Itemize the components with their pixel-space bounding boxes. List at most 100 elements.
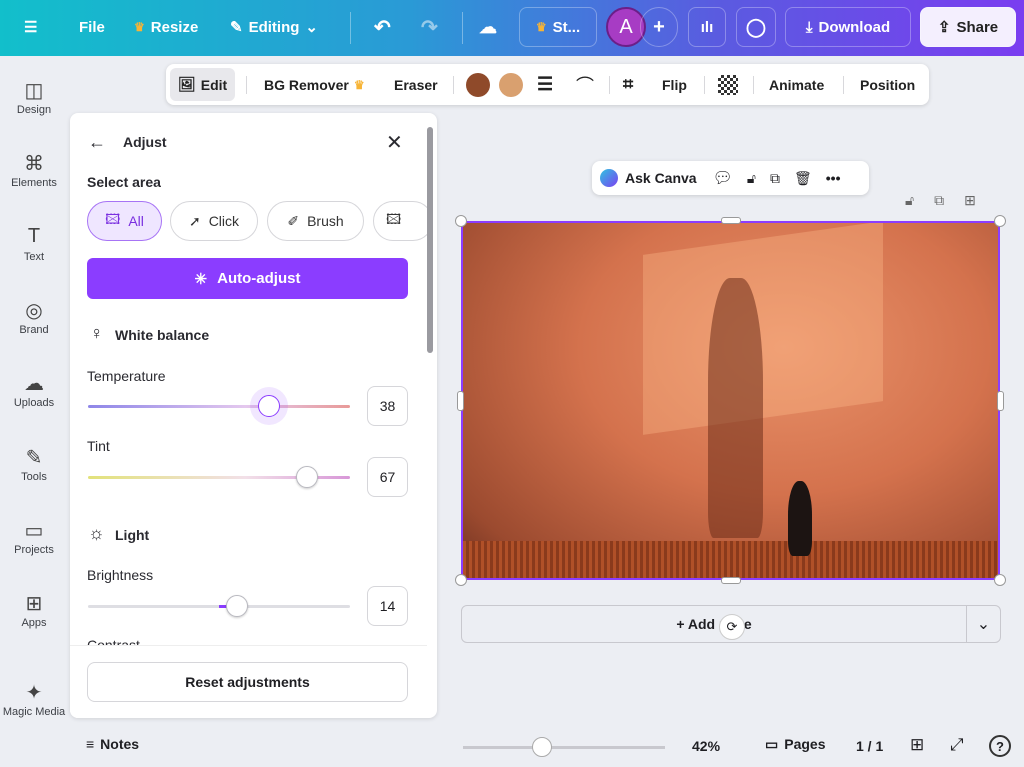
design-title-button[interactable]: ♛ St... (519, 7, 597, 47)
zoom-slider-thumb[interactable] (531, 737, 552, 757)
help-icon[interactable]: ? (989, 735, 1011, 757)
tint-label: Tint (87, 438, 110, 454)
page-actions: 🔓︎ ⧉ ⊞ (905, 192, 976, 209)
grid-view-icon[interactable]: ⊞ (910, 735, 924, 755)
eraser-button[interactable]: Eraser (394, 64, 438, 105)
resize-button[interactable]: ♛ Resize (134, 7, 198, 47)
auto-adjust-button[interactable]: ✳ Auto-adjust (87, 258, 408, 299)
redo-icon[interactable]: ↷ (421, 7, 438, 47)
transparency-icon[interactable] (718, 64, 738, 105)
tint-value[interactable]: 67 (367, 457, 408, 497)
duplicate-icon[interactable]: ⧉ (770, 170, 780, 187)
carpet (463, 541, 998, 578)
zoom-slider[interactable] (463, 746, 665, 749)
crown-icon: ♛ (353, 77, 365, 92)
canvas-image[interactable] (461, 221, 1000, 580)
sidebar-item-elements[interactable]: ⌘ Elements (0, 151, 68, 189)
back-arrow-icon[interactable]: ← (88, 132, 106, 153)
select-area-background[interactable]: 🖾 (373, 201, 433, 241)
animate-button[interactable]: Animate (769, 64, 824, 105)
corner-rounding-icon[interactable]: ⌒ (576, 64, 594, 105)
sidebar-item-uploads[interactable]: ☁ Uploads (0, 371, 68, 409)
chevron-down-icon[interactable]: ⌄ (966, 605, 1001, 643)
lock-icon[interactable]: 🔓︎ (747, 170, 756, 187)
panel-scrollbar[interactable] (427, 127, 433, 353)
rotate-icon[interactable]: ⟳ (719, 614, 745, 640)
color-swatch-1[interactable] (466, 64, 490, 105)
elements-icon: ⌘ (24, 153, 44, 176)
select-area-all[interactable]: 🖾 All (87, 201, 162, 241)
sidebar-item-projects[interactable]: ▭ Projects (0, 518, 68, 556)
share-label: Share (956, 18, 999, 36)
select-area-brush[interactable]: ✐ Brush (267, 201, 364, 241)
ask-canva-button[interactable]: Ask Canva (625, 170, 697, 186)
zoom-level[interactable]: 42% (692, 738, 720, 754)
notes-button[interactable]: ≡ Notes (86, 736, 139, 752)
text-icon: T (27, 224, 41, 247)
floating-toolbar: Ask Canva 💬︎ 🔓︎ ⧉ 🗑︎ ••• (592, 161, 869, 195)
image-icon: 🖾 (105, 211, 121, 227)
more-icon[interactable]: ••• (826, 170, 841, 186)
file-menu[interactable]: File (79, 7, 105, 47)
sidebar-item-label: Magic Media (2, 706, 66, 718)
brightness-slider-thumb[interactable] (226, 595, 249, 617)
notes-label: Notes (100, 736, 140, 752)
sidebar-item-brand[interactable]: ◎ Brand (0, 298, 68, 336)
sun-icon: ☼ (88, 523, 105, 543)
position-button[interactable]: Position (860, 64, 915, 105)
sidebar-item-label: Uploads (13, 397, 55, 410)
share-icon: ⇪ (937, 19, 951, 36)
fullscreen-icon[interactable]: ⤢ (950, 735, 964, 755)
page-duplicate-icon[interactable]: ⧉ (934, 192, 944, 209)
add-page-icon[interactable]: ⊞ (964, 192, 976, 209)
editing-mode-dropdown[interactable]: ✎ Editing ⌄ (230, 7, 318, 47)
brightness-slider[interactable] (88, 605, 350, 608)
design-icon: ◫ (24, 80, 44, 102)
lightbulb-icon: ♀ (90, 323, 104, 343)
page-count: 1 / 1 (856, 738, 884, 754)
sidebar-item-text[interactable]: T Text (0, 225, 68, 263)
magic-brush-icon: ✐ (287, 212, 300, 229)
add-collaborator-button[interactable]: + (640, 7, 678, 47)
download-button[interactable]: ⤓ Download (785, 7, 911, 47)
border-style-icon[interactable]: ☰ (537, 64, 553, 105)
sidebar-item-label: Apps (21, 617, 47, 630)
window-light (643, 223, 883, 435)
crop-icon[interactable]: ⌗ (623, 64, 633, 105)
brand-icon: ◎ (25, 299, 43, 322)
close-icon[interactable]: ✕ (386, 130, 403, 155)
pages-button[interactable]: ▭ Pages (765, 736, 825, 753)
shadow-silhouette (708, 278, 763, 538)
temperature-value[interactable]: 38 (367, 386, 408, 426)
undo-icon[interactable]: ↶ (374, 7, 391, 47)
bg-remover-button[interactable]: BG Remover ♛ (264, 64, 365, 105)
brightness-value[interactable]: 14 (367, 586, 408, 626)
trash-icon[interactable]: 🗑︎ (794, 170, 812, 187)
menu-icon[interactable]: ☰ (24, 7, 37, 47)
cloud-save-icon[interactable]: ☁ (479, 7, 497, 47)
edit-image-icon: 🖼 (178, 76, 196, 92)
sidebar-item-tools[interactable]: ✎ Tools (0, 445, 68, 483)
edit-button[interactable]: 🖼 Edit (170, 68, 236, 101)
share-button[interactable]: ⇪ Share (920, 7, 1016, 47)
temperature-slider[interactable] (88, 405, 350, 408)
add-comment-icon[interactable]: 💬︎ (713, 168, 733, 188)
bottom-bar: ≡ Notes 42% ▭ Pages 1 / 1 ⊞ ⤢ ? (68, 730, 1024, 767)
cat (788, 481, 812, 556)
analytics-icon[interactable]: ılı (688, 7, 726, 47)
select-area-click[interactable]: ➚ Click (170, 201, 258, 241)
tint-slider-thumb[interactable] (295, 466, 318, 488)
comment-icon[interactable]: ◯ (736, 7, 776, 47)
temperature-slider-thumb[interactable] (257, 395, 280, 417)
sidebar-item-apps[interactable]: ⊞ Apps (0, 591, 68, 629)
sidebar-item-design[interactable]: ◫ Design (0, 78, 68, 116)
reset-adjustments-button[interactable]: Reset adjustments (87, 662, 408, 702)
pages-label: Pages (784, 736, 826, 752)
page-lock-icon[interactable]: 🔓︎ (905, 192, 914, 209)
color-swatch-2[interactable] (499, 64, 523, 105)
add-page-button[interactable]: + Add page (461, 605, 967, 643)
flip-button[interactable]: Flip (662, 64, 687, 105)
sidebar-item-magic-media[interactable]: ✦ Magic Media (0, 680, 68, 718)
magic-cursor-icon: ➚ (188, 212, 201, 229)
sidebar: ◫ Design ⌘ Elements T Text ◎ Brand ☁ Uploads ✎ Tool… (0, 56, 68, 767)
